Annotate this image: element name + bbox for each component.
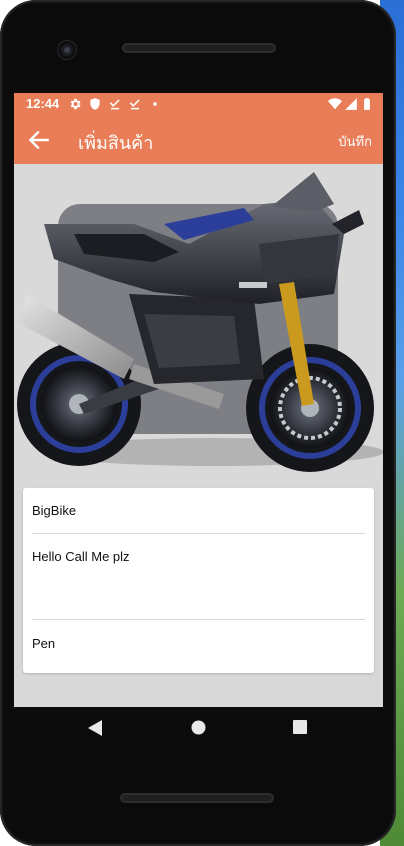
status-bar: 12:44 xyxy=(14,93,383,115)
product-extra-field[interactable]: Pen xyxy=(32,636,365,651)
settings-icon xyxy=(70,98,81,110)
divider xyxy=(32,533,365,534)
product-image-area[interactable] xyxy=(14,164,383,476)
page-title: เพิ่มสินค้า xyxy=(78,133,154,154)
earpiece-speaker xyxy=(122,43,276,53)
status-time: 12:44 xyxy=(26,96,60,111)
sport-motorcycle-image xyxy=(17,172,383,472)
dot-icon xyxy=(153,102,157,106)
download-done-icon xyxy=(129,99,140,110)
download-done-icon xyxy=(109,99,120,110)
front-camera xyxy=(58,41,76,59)
app-bar: เพิ่มสินค้า บันทึก xyxy=(14,115,383,164)
product-form-card: BigBike Hello Call Me plz Pen xyxy=(23,488,374,673)
navigation-bar xyxy=(14,707,383,751)
wifi-icon xyxy=(328,98,342,110)
product-description-field[interactable]: Hello Call Me plz xyxy=(32,549,365,609)
home-circle-icon[interactable] xyxy=(191,720,206,735)
divider xyxy=(32,619,365,620)
signal-icon xyxy=(345,98,357,110)
shield-icon xyxy=(90,98,100,110)
back-triangle-icon[interactable] xyxy=(88,720,102,736)
product-name-field[interactable]: BigBike xyxy=(32,503,365,518)
screen: 12:44 เพิ่มสินค้า บันทึก BigBike Hello C… xyxy=(14,93,383,707)
bottom-speaker xyxy=(120,793,274,803)
back-arrow-icon[interactable] xyxy=(26,127,52,153)
battery-icon xyxy=(364,98,370,110)
recents-square-icon[interactable] xyxy=(293,720,307,734)
save-button[interactable]: บันทึก xyxy=(338,131,372,152)
